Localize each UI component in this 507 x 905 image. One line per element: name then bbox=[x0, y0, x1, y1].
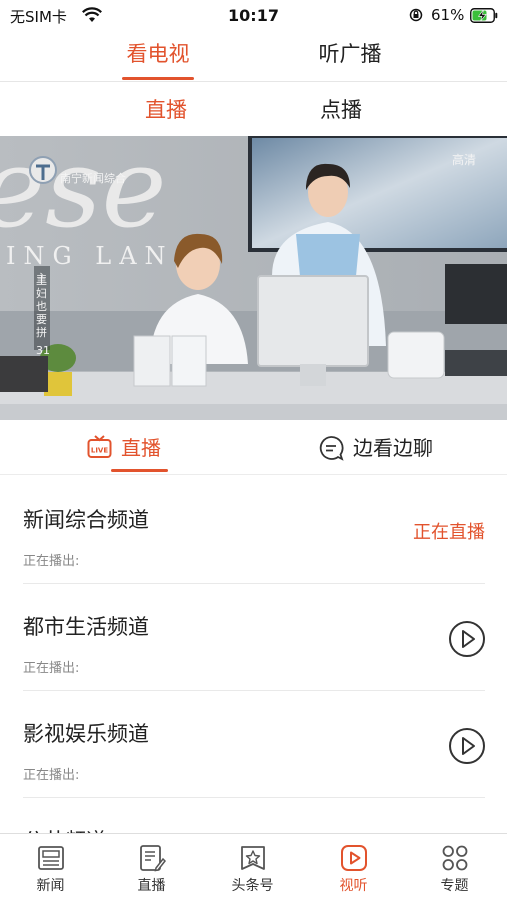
channel-now-playing: 正在播出: bbox=[23, 768, 80, 783]
battery-charging-icon bbox=[470, 8, 498, 23]
channel-name: 都市生活频道 bbox=[23, 615, 149, 639]
nav-news[interactable]: 新闻 bbox=[0, 834, 101, 901]
live-tv-icon: LIVE bbox=[87, 435, 112, 458]
content-tab-indicator bbox=[111, 469, 168, 472]
station-logo-text: 南宁新闻综合 bbox=[60, 172, 126, 185]
channel-now-playing: 正在播出: bbox=[23, 661, 80, 676]
nav-headline[interactable]: 头条号 bbox=[202, 834, 303, 901]
nav-label: 直播 bbox=[137, 878, 166, 894]
tab-listen-radio[interactable]: 听广播 bbox=[300, 38, 400, 74]
status-bar: 无SIM卡 10:17 61% bbox=[0, 0, 507, 30]
side-number: 31 bbox=[36, 344, 50, 357]
play-circle-icon[interactable] bbox=[448, 727, 486, 765]
channel-row[interactable]: 影视娱乐频道 正在播出: bbox=[0, 690, 507, 798]
content-tab-chat[interactable]: 边看边聊 bbox=[353, 432, 453, 464]
edit-document-icon bbox=[140, 845, 166, 872]
video-player[interactable]: ese 主 南宁新闻综合 高清 ING LAN 主妇也要 bbox=[0, 136, 507, 420]
svg-text:ese: ese bbox=[0, 136, 167, 252]
subtab-live[interactable]: 直播 bbox=[126, 94, 206, 124]
newspaper-icon bbox=[38, 846, 64, 870]
bottom-nav: 新闻 直播 头条号 视听 专题 bbox=[0, 833, 507, 901]
channel-now-playing: 正在播出: bbox=[23, 554, 80, 569]
star-badge-icon bbox=[241, 846, 265, 870]
nav-label: 头条号 bbox=[231, 878, 274, 894]
channel-name: 影视娱乐频道 bbox=[23, 722, 149, 746]
play-square-icon bbox=[341, 845, 367, 871]
svg-text:LIVE: LIVE bbox=[91, 447, 108, 455]
channel-name: 新闻综合频道 bbox=[23, 508, 149, 532]
backdrop-sign: ING LAN bbox=[6, 242, 174, 270]
nav-label: 专题 bbox=[440, 878, 469, 894]
chat-bubble-icon bbox=[319, 436, 344, 461]
subtab-on-demand[interactable]: 点播 bbox=[301, 94, 381, 124]
grid-icon bbox=[442, 845, 468, 871]
channel-row[interactable]: 新闻综合频道 正在播出: 正在直播 bbox=[0, 476, 507, 584]
quality-label[interactable]: 高清 bbox=[452, 151, 476, 168]
nav-live[interactable]: 直播 bbox=[101, 834, 202, 901]
content-tab-live[interactable]: 直播 bbox=[121, 432, 181, 464]
nav-topics[interactable]: 专题 bbox=[404, 834, 505, 901]
channel-row[interactable]: 都市生活频道 正在播出: bbox=[0, 583, 507, 691]
divider bbox=[0, 81, 507, 82]
tab-active-indicator bbox=[122, 77, 194, 80]
divider bbox=[0, 474, 507, 475]
nav-label: 新闻 bbox=[36, 878, 65, 894]
live-status: 正在直播 bbox=[413, 522, 485, 543]
side-caption: 主妇也要拼 bbox=[36, 274, 47, 339]
battery-percent: 61% bbox=[431, 6, 465, 24]
nav-audiovisual[interactable]: 视听 bbox=[303, 834, 404, 901]
nav-label: 视听 bbox=[339, 878, 368, 894]
rotation-lock-icon bbox=[409, 8, 423, 22]
tab-watch-tv[interactable]: 看电视 bbox=[108, 38, 208, 74]
play-circle-icon[interactable] bbox=[448, 620, 486, 658]
